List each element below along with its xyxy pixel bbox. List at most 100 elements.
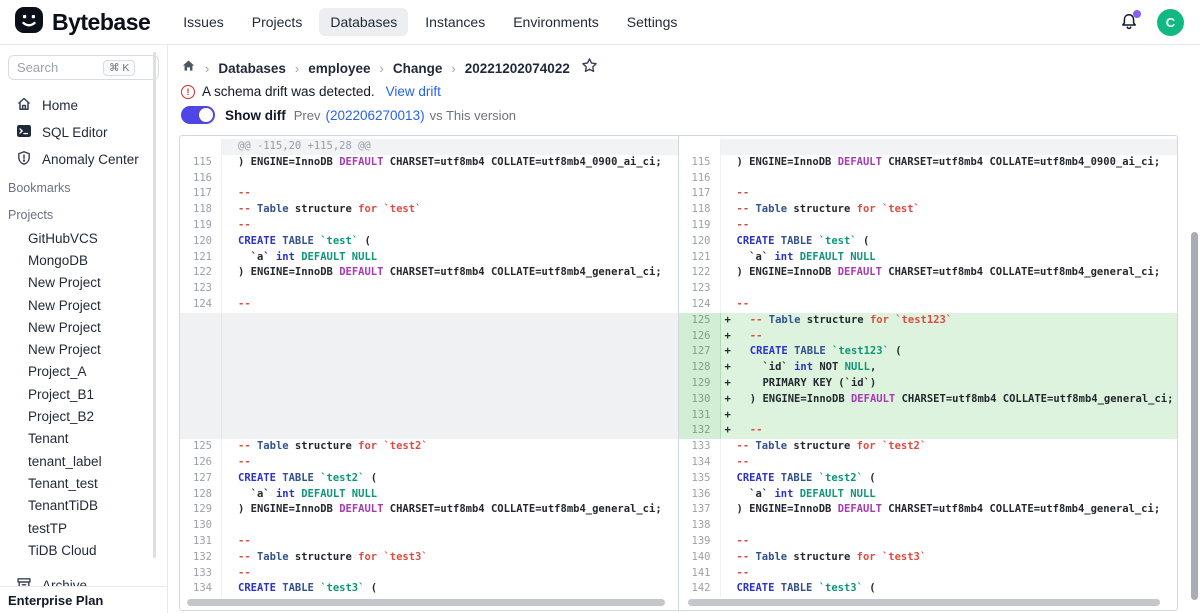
code-line: -- [222, 534, 678, 550]
sidebar-scrollbar[interactable] [153, 52, 156, 558]
nav-item-projects[interactable]: Projects [241, 8, 314, 36]
line-number: 123 [679, 281, 721, 297]
sidebar-project-item[interactable]: TenantTiDB [0, 495, 167, 517]
code-line [222, 281, 678, 297]
line-number: 133 [180, 566, 222, 582]
diff-row: 137) ENGINE=InnoDB DEFAULT CHARSET=utf8m… [679, 502, 1178, 518]
left-horizontal-scrollbar[interactable] [187, 599, 665, 606]
diff-row: 141-- [679, 566, 1178, 582]
breadcrumb-item[interactable]: Databases [218, 61, 286, 76]
diff-row-added: 130+ ) ENGINE=InnoDB DEFAULT CHARSET=utf… [679, 392, 1178, 408]
line-number: 116 [180, 171, 222, 187]
diff-filler-block [180, 313, 678, 439]
diff-row: 126-- [180, 455, 678, 471]
sidebar-project-item[interactable]: Project_B1 [0, 383, 167, 405]
diff-row: 133-- [180, 566, 678, 582]
diff-row: 117-- [180, 186, 678, 202]
view-drift-link[interactable]: View drift [386, 84, 441, 99]
code-line [222, 518, 678, 534]
diff-row: 132-- Table structure for `test3` [180, 550, 678, 566]
diff-row: 127CREATE TABLE `test2` ( [180, 471, 678, 487]
sidebar-project-item[interactable]: TiDB Cloud [0, 539, 167, 561]
sidebar-project-item[interactable]: Tenant [0, 428, 167, 450]
hunk-header-row [679, 139, 1178, 155]
bookmarks-section-label: Bookmarks [0, 175, 167, 200]
sidebar-project-item[interactable]: tenant_label [0, 450, 167, 472]
search-box[interactable]: ⌘ K [8, 55, 159, 80]
notifications-button[interactable] [1119, 12, 1139, 32]
sidebar-project-item[interactable]: New Project [0, 272, 167, 294]
star-icon[interactable] [581, 57, 598, 79]
bytebase-logo[interactable]: Bytebase [0, 5, 150, 40]
sidebar-item-label: SQL Editor [42, 125, 108, 140]
sidebar-project-item[interactable]: MongoDB [0, 249, 167, 271]
breadcrumb-item[interactable]: Change [393, 61, 443, 76]
code-line: ) ENGINE=InnoDB DEFAULT CHARSET=utf8mb4 … [222, 155, 678, 171]
code-line: ) ENGINE=InnoDB DEFAULT CHARSET=utf8mb4 … [721, 502, 1178, 518]
nav-item-issues[interactable]: Issues [172, 8, 234, 36]
sidebar-project-item[interactable]: Project_B2 [0, 405, 167, 427]
line-number: 120 [180, 234, 222, 250]
code-line: ) ENGINE=InnoDB DEFAULT CHARSET=utf8mb4 … [721, 155, 1178, 171]
diff-row: 120CREATE TABLE `test` ( [679, 234, 1178, 250]
diff-row: 119-- [679, 218, 1178, 234]
line-number: 122 [679, 265, 721, 281]
sidebar-project-item[interactable]: Tenant_test [0, 472, 167, 494]
code-line: + PRIMARY KEY (`id`) [721, 376, 1178, 392]
sidebar-project-item[interactable]: New Project [0, 316, 167, 338]
show-diff-toggle[interactable] [181, 106, 215, 124]
sidebar-item-anomaly-center[interactable]: Anomaly Center [0, 146, 167, 173]
line-number: 136 [679, 487, 721, 503]
sidebar-project-item[interactable]: New Project [0, 338, 167, 360]
code-line: + CREATE TABLE `test123` ( [721, 344, 1178, 360]
code-line: + -- [721, 423, 1178, 439]
breadcrumb-home-icon[interactable] [181, 58, 196, 78]
sidebar-item-sql-editor[interactable]: SQL Editor [0, 119, 167, 146]
code-line: `a` int DEFAULT NULL [222, 487, 678, 503]
diff-row: 129) ENGINE=InnoDB DEFAULT CHARSET=utf8m… [180, 502, 678, 518]
right-horizontal-scrollbar[interactable] [688, 599, 1160, 606]
toggle-knob [199, 108, 213, 122]
nav-item-settings[interactable]: Settings [616, 8, 689, 36]
code-line: -- [721, 566, 1178, 582]
search-input[interactable] [17, 60, 103, 75]
diff-row: 121 `a` int DEFAULT NULL [679, 250, 1178, 266]
diff-row: 138 [679, 518, 1178, 534]
line-number: 124 [679, 297, 721, 313]
avatar[interactable]: C [1157, 9, 1184, 36]
code-line: -- Table structure for `test3` [222, 550, 678, 566]
line-number: 130 [180, 518, 222, 534]
prev-version-link[interactable]: (202206270013) [325, 108, 424, 123]
chevron-right-icon: › [205, 61, 209, 76]
sidebar-item-home[interactable]: Home [0, 92, 167, 119]
diff-row: 142CREATE TABLE `test3` ( [679, 581, 1178, 597]
diff-row: 130 [180, 518, 678, 534]
line-number: 124 [180, 297, 222, 313]
code-line: CREATE TABLE `test` ( [721, 234, 1178, 250]
line-number: 137 [679, 502, 721, 518]
nav-item-databases[interactable]: Databases [319, 8, 408, 36]
breadcrumb-item[interactable]: employee [308, 61, 370, 76]
alert-text: A schema drift was detected. [202, 84, 375, 99]
code-line: CREATE TABLE `test2` ( [721, 471, 1178, 487]
code-line: CREATE TABLE `test3` ( [222, 581, 678, 597]
chevron-right-icon: › [451, 61, 455, 76]
code-line [222, 171, 678, 187]
nav-item-environments[interactable]: Environments [502, 8, 610, 36]
app-title: Bytebase [52, 9, 150, 36]
code-line: ) ENGINE=InnoDB DEFAULT CHARSET=utf8mb4 … [721, 265, 1178, 281]
line-number: 132 [679, 423, 721, 439]
line-number: 131 [679, 408, 721, 424]
nav-item-instances[interactable]: Instances [414, 8, 496, 36]
sidebar-project-item[interactable]: New Project [0, 294, 167, 316]
code-line [721, 518, 1178, 534]
code-line: + -- [721, 329, 1178, 345]
line-number: 139 [679, 534, 721, 550]
sidebar-project-item[interactable]: Project_A [0, 361, 167, 383]
sidebar-project-item[interactable]: testTP [0, 517, 167, 539]
line-number: 115 [180, 155, 222, 171]
breadcrumb: ›Databases›employee›Change›2022120207402… [181, 59, 598, 77]
diff-row: 118-- Table structure for `test` [180, 202, 678, 218]
sidebar-project-item[interactable]: GitHubVCS [0, 227, 167, 249]
page-vertical-scrollbar[interactable] [1191, 232, 1198, 600]
